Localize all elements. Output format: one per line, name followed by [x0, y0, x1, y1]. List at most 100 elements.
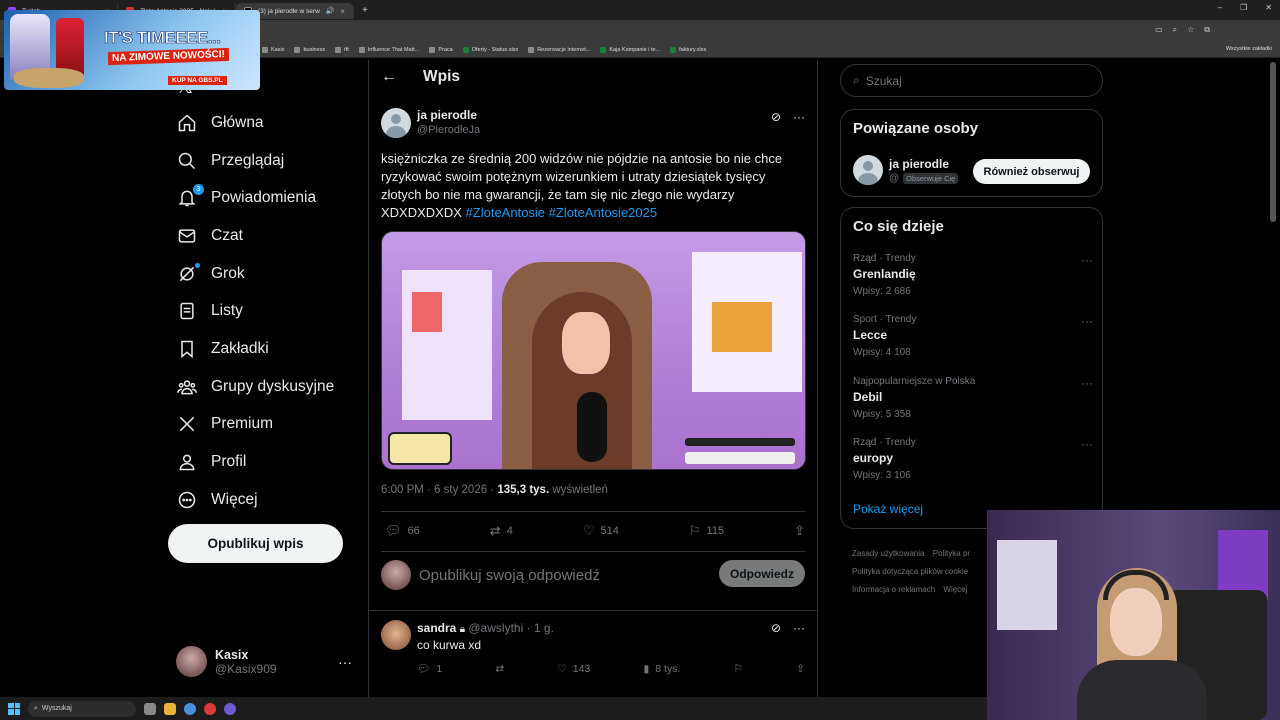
task-view-icon[interactable]: [144, 702, 156, 715]
more-icon[interactable]: ···: [1081, 253, 1093, 267]
nav-item-communities[interactable]: Grupy dyskusyjne: [168, 368, 334, 406]
grok-icon[interactable]: ⊘: [771, 621, 781, 635]
trend-item[interactable]: Najpopularniejsze w Polska Debil Wpisy: …: [853, 376, 1093, 420]
nav-item-more[interactable]: Więcej: [168, 481, 334, 519]
account-name: Kasix: [215, 647, 249, 662]
bookmark[interactable]: Praca: [429, 46, 453, 53]
bookmark-icon: ⚐: [688, 523, 701, 538]
trend-item[interactable]: Rząd · Trendy Grenlandię Wpisy: 2 686 ··…: [853, 253, 1093, 297]
footer-link[interactable]: Zasady użytkowania: [852, 549, 924, 558]
bookmark[interactable]: tft: [335, 46, 349, 53]
zoom-icon[interactable]: ⌕: [1173, 25, 1177, 35]
hashtag-link[interactable]: #ZloteAntosie: [466, 205, 546, 220]
show-more-link[interactable]: Pokaż więcej: [853, 502, 923, 516]
opera-icon[interactable]: [204, 702, 216, 715]
account-handle: @Kasix909: [215, 661, 277, 676]
file-explorer-icon[interactable]: [164, 702, 176, 715]
post-button[interactable]: Opublikuj wpis: [168, 524, 343, 563]
bookmark-button[interactable]: ⚐ 115: [689, 523, 724, 539]
bookmark[interactable]: Oferty - Status.xlsx: [462, 46, 518, 53]
reply-submit-button[interactable]: Odpowiedz: [719, 560, 805, 587]
search-input[interactable]: ⌕ Szukaj: [840, 64, 1103, 97]
bookmark[interactable]: Kasix: [262, 46, 284, 53]
cast-icon[interactable]: ▭: [1155, 25, 1163, 35]
new-tab-button[interactable]: +: [362, 5, 368, 16]
tweet-actions: 💬︎ 66 ⇄ 4 ♡ 514 ⚐ 115 ⇪: [385, 523, 805, 539]
taskbar-search[interactable]: ⌕ Wyszukaj: [28, 700, 136, 717]
tweet-media-image[interactable]: [381, 231, 806, 470]
more-icon[interactable]: ···: [338, 654, 352, 670]
more-icon[interactable]: ···: [1081, 437, 1093, 451]
tweet-author-handle[interactable]: @PierodleJa: [417, 124, 480, 136]
more-icon[interactable]: ···: [793, 110, 805, 124]
footer-link[interactable]: Więcej: [943, 585, 967, 594]
chrome-icon[interactable]: [184, 702, 196, 715]
views-button[interactable]: ▮ 8 tys.: [644, 662, 681, 675]
reply-button[interactable]: 💬︎ 1: [417, 662, 442, 676]
list-icon: [180, 303, 194, 320]
trend-item[interactable]: Rząd · Trendy europy Wpisy: 3 106 ···: [853, 437, 1093, 481]
footer-link[interactable]: Informacja o reklamach: [852, 585, 935, 594]
bookmark[interactable]: Kaja Kampanie i te...: [600, 46, 660, 53]
nav-item-lists[interactable]: Listy: [168, 292, 334, 330]
reply-input[interactable]: Opublikuj swoją odpowiedź: [419, 567, 600, 584]
trend-item[interactable]: Sport · Trendy Lecce Wpisy: 4 108 ···: [853, 314, 1093, 358]
all-bookmarks[interactable]: Wszystkie zakładki: [1226, 46, 1272, 52]
bookmark-button[interactable]: ⚐: [734, 662, 743, 675]
hashtag-link[interactable]: #ZloteAntosie2025: [549, 205, 657, 220]
nav-item-notifications[interactable]: 3 Powiadomienia: [168, 179, 334, 217]
discord-icon[interactable]: [224, 702, 236, 715]
close-icon[interactable]: ×: [340, 7, 345, 16]
nav-item-bookmarks[interactable]: Zakładki: [168, 330, 334, 368]
bookmark[interactable]: Influence That Matt...: [358, 46, 419, 53]
tweet-author[interactable]: ja pierodle @PierodleJa: [381, 108, 480, 138]
windows-start-icon[interactable]: [8, 702, 20, 715]
more-icon[interactable]: ···: [1081, 376, 1093, 390]
ad-subline: NA ZIMOWE NOWOŚCI!: [107, 47, 230, 66]
like-button[interactable]: ♡ 514: [583, 523, 619, 539]
scrollbar[interactable]: [1270, 62, 1276, 222]
reply-composer: Opublikuj swoją odpowiedź Odpowiedz: [381, 558, 805, 592]
bookmark[interactable]: faktury.xlsx: [670, 46, 706, 53]
nav-item-chat[interactable]: Czat: [168, 217, 334, 255]
tweet-author-name[interactable]: ja pierodle: [417, 108, 480, 122]
reply-top-icons: ⊘ ···: [771, 621, 805, 635]
avatar[interactable]: [853, 155, 883, 185]
nav-item-home[interactable]: Główna: [168, 104, 334, 142]
divider: [369, 610, 818, 611]
follow-back-button[interactable]: Również obserwuj: [973, 159, 1090, 184]
bookmark[interactable]: Rezerwacje internet...: [528, 46, 590, 53]
notification-badge: 3: [193, 184, 204, 196]
restore-icon[interactable]: ❐: [1240, 3, 1247, 12]
more-icon[interactable]: ···: [793, 621, 805, 635]
minimize-icon[interactable]: –: [1218, 3, 1222, 12]
back-arrow-icon[interactable]: ←: [381, 68, 397, 86]
tweet-top-icons: ⊘ ···: [771, 110, 805, 124]
share-button[interactable]: ⇪: [796, 662, 805, 675]
nav-item-explore[interactable]: Przeglądaj: [168, 142, 334, 180]
footer-link[interactable]: Polityka pr: [933, 549, 970, 558]
star-icon[interactable]: ☆: [1187, 25, 1194, 35]
search-icon: [178, 152, 196, 169]
close-window-icon[interactable]: ✕: [1265, 3, 1272, 12]
nav-item-grok[interactable]: Grok: [168, 255, 334, 293]
more-icon[interactable]: ···: [1081, 314, 1093, 328]
share-button[interactable]: ⇪: [794, 523, 805, 539]
avatar[interactable]: [381, 620, 411, 650]
avatar[interactable]: [381, 108, 411, 138]
nav-item-premium[interactable]: Premium: [168, 406, 334, 444]
speaker-icon[interactable]: 🔊: [326, 7, 335, 15]
search-icon: ⌕: [853, 73, 860, 87]
repost-button[interactable]: ⇄: [495, 662, 504, 675]
bookmark[interactable]: business: [294, 46, 325, 53]
related-person[interactable]: ja pierodle @ Obserwuje Cię: [853, 155, 959, 185]
nav-item-profile[interactable]: Profil: [168, 443, 334, 481]
grok-icon[interactable]: ⊘: [771, 110, 781, 124]
reply-button[interactable]: 💬︎ 66: [385, 523, 420, 539]
like-button[interactable]: ♡ 143: [557, 662, 590, 675]
bookmark-icon: [262, 46, 268, 53]
extensions-icon[interactable]: ⧉: [1204, 25, 1210, 35]
footer-link[interactable]: Polityka dotycząca plików cookie: [852, 567, 968, 576]
repost-button[interactable]: ⇄ 4: [490, 523, 513, 539]
account-switcher[interactable]: Kasix @Kasix909 ···: [176, 646, 356, 677]
